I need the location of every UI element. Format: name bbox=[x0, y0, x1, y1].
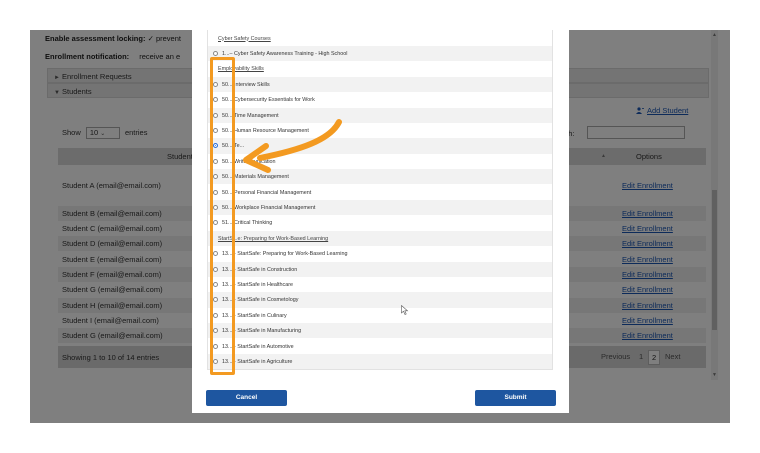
screen: Enable assessment locking: ✓ prevent Enr… bbox=[30, 30, 730, 423]
mouse-cursor-icon bbox=[401, 305, 409, 315]
annotation-arrow bbox=[243, 119, 342, 173]
